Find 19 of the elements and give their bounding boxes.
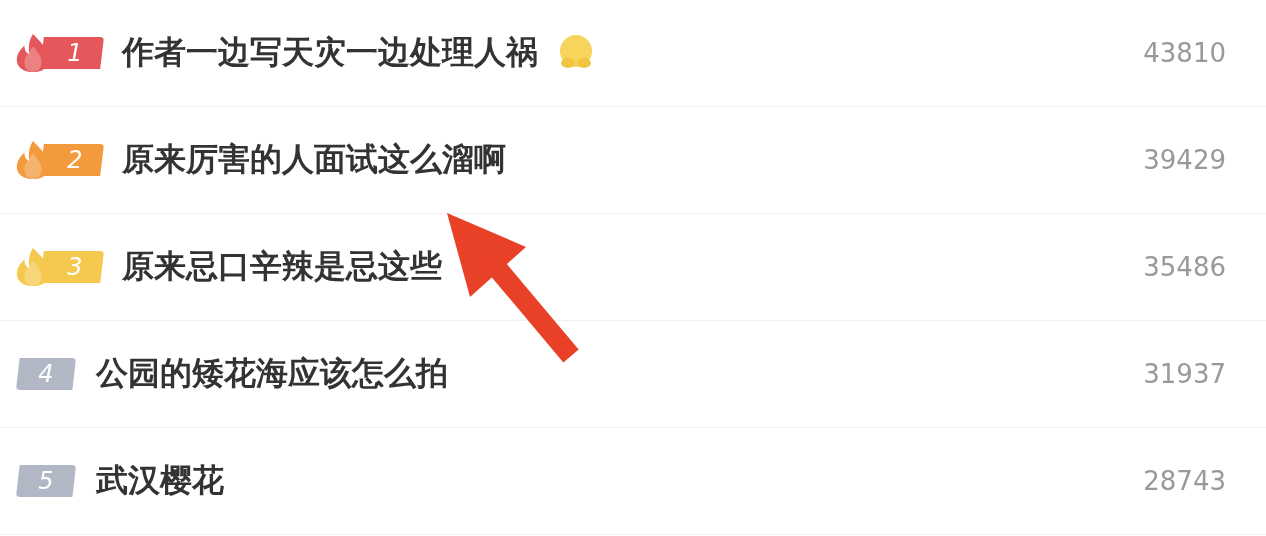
list-item-title: 公园的矮花海应该怎么拍 (96, 353, 448, 394)
list-item-title: 作者一边写天灾一边处理人祸 (122, 32, 538, 73)
heat-count: 31937 (1143, 359, 1226, 389)
list-item-title: 原来厉害的人面试这么溜啊 (122, 139, 506, 180)
list-item[interactable]: 4 公园的矮花海应该怎么拍 31937 (0, 321, 1266, 428)
heat-count: 39429 (1143, 145, 1226, 175)
rank-badge: 3 (40, 251, 104, 283)
heat-count: 43810 (1143, 38, 1226, 68)
list-item-title: 原来忌口辛辣是忌这些 (122, 246, 442, 287)
list-item[interactable]: 1 作者一边写天灾一边处理人祸 43810 (0, 0, 1266, 107)
rank-badge: 5 (16, 465, 76, 497)
rank-badge: 4 (16, 358, 76, 390)
list-item[interactable]: 2 原来厉害的人面试这么溜啊 39429 (0, 107, 1266, 214)
heat-count: 35486 (1143, 252, 1226, 282)
list-item[interactable]: 5 武汉樱花 28743 (0, 428, 1266, 535)
rank-badge: 2 (40, 144, 104, 176)
rank-badge: 1 (40, 37, 104, 69)
heat-count: 28743 (1143, 466, 1226, 496)
list-item-title: 武汉樱花 (96, 460, 224, 501)
